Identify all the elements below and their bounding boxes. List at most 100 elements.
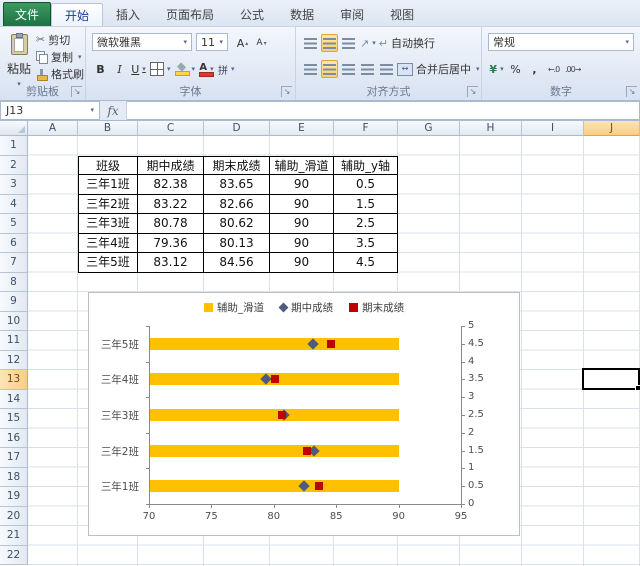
row-header-5[interactable]: 5 (0, 214, 28, 234)
row-header-7[interactable]: 7 (0, 253, 28, 273)
table-cell[interactable]: 90 (270, 233, 334, 253)
table-cell[interactable]: 82.66 (204, 194, 270, 214)
tab-视图[interactable]: 视图 (377, 3, 427, 26)
align-left-button[interactable] (302, 60, 319, 78)
column-header-A[interactable]: A (28, 121, 78, 136)
clipboard-dialog-launcher[interactable] (71, 86, 82, 97)
number-format-combo[interactable]: 常规 ▾ (488, 33, 634, 51)
row-header-4[interactable]: 4 (0, 194, 28, 214)
align-middle-button[interactable] (321, 34, 338, 52)
table-cell[interactable]: 79.36 (138, 233, 204, 253)
table-header-cell[interactable]: 班级 (78, 155, 138, 175)
table-cell[interactable]: 83.22 (138, 194, 204, 214)
row-header-18[interactable]: 18 (0, 467, 28, 487)
align-right-button[interactable] (340, 60, 357, 78)
row-header-11[interactable]: 11 (0, 331, 28, 351)
row-header-1[interactable]: 1 (0, 136, 28, 156)
column-header-B[interactable]: B (78, 121, 138, 136)
align-center-button[interactable] (321, 60, 338, 78)
row-header-8[interactable]: 8 (0, 272, 28, 292)
row-header-10[interactable]: 10 (0, 311, 28, 331)
grid[interactable]: 班级 期中成绩 期末成绩 辅助_滑道 辅助_y轴 三年1班 82.38 83.65 90 0.5 三… (28, 136, 640, 566)
comma-format-button[interactable]: , (526, 60, 543, 78)
column-header-D[interactable]: D (204, 121, 270, 136)
number-dialog-launcher[interactable] (626, 86, 637, 97)
table-cell[interactable]: 80.78 (138, 214, 204, 234)
column-header-G[interactable]: G (398, 121, 460, 136)
merge-center-button[interactable]: 合并后居中 (397, 61, 480, 77)
font-size-combo[interactable]: 11 ▾ (196, 33, 228, 51)
currency-format-button[interactable]: ¥ (488, 60, 505, 78)
font-dialog-launcher[interactable] (281, 86, 292, 97)
font-color-button[interactable]: A (198, 60, 215, 78)
row-header-13[interactable]: 13 (0, 370, 28, 390)
table-cell[interactable]: 1.5 (334, 194, 398, 214)
row-header-16[interactable]: 16 (0, 428, 28, 448)
table-cell[interactable]: 90 (270, 175, 334, 195)
column-header-I[interactable]: I (522, 121, 584, 136)
table-cell[interactable]: 90 (270, 253, 334, 273)
tab-公式[interactable]: 公式 (227, 3, 277, 26)
row-header-19[interactable]: 19 (0, 487, 28, 507)
table-cell[interactable]: 三年2班 (78, 194, 138, 214)
legend-item[interactable]: 期末成绩 (349, 300, 404, 315)
formula-input[interactable] (127, 101, 640, 120)
table-cell[interactable]: 80.13 (204, 233, 270, 253)
paste-button[interactable]: 粘贴 ▾ (4, 31, 34, 91)
underline-button[interactable]: U (130, 60, 147, 78)
column-header-H[interactable]: H (460, 121, 522, 136)
fill-color-button[interactable] (174, 60, 197, 78)
cut-button[interactable]: 剪切 (36, 31, 86, 48)
column-header-C[interactable]: C (138, 121, 204, 136)
format-painter-button[interactable]: 格式刷 (36, 65, 86, 82)
decrease-indent-button[interactable] (359, 60, 376, 78)
insert-function-button[interactable]: fx (100, 101, 127, 120)
table-cell[interactable]: 83.65 (204, 175, 270, 195)
table-cell[interactable]: 82.38 (138, 175, 204, 195)
table-cell[interactable]: 三年1班 (78, 175, 138, 195)
table-cell[interactable]: 4.5 (334, 253, 398, 273)
wrap-text-button[interactable]: 自动换行 (379, 35, 435, 51)
row-header-21[interactable]: 21 (0, 526, 28, 546)
legend-item[interactable]: 期中成绩 (278, 300, 333, 315)
increase-decimal-button[interactable] (545, 60, 562, 78)
select-all-corner[interactable] (0, 121, 28, 136)
align-top-button[interactable] (302, 34, 319, 52)
row-header-9[interactable]: 9 (0, 292, 28, 312)
column-header-E[interactable]: E (270, 121, 334, 136)
legend-item[interactable]: 辅助_滑道 (203, 300, 264, 315)
phonetic-guide-button[interactable] (217, 60, 236, 78)
decrease-decimal-button[interactable] (564, 60, 581, 78)
table-cell[interactable]: 2.5 (334, 214, 398, 234)
align-bottom-button[interactable] (340, 34, 357, 52)
column-header-F[interactable]: F (334, 121, 398, 136)
table-header-cell[interactable]: 辅助_y轴 (334, 155, 398, 175)
row-header-15[interactable]: 15 (0, 409, 28, 429)
active-cell-J13[interactable] (582, 368, 640, 391)
table-header-cell[interactable]: 期末成绩 (204, 155, 270, 175)
grow-font-button[interactable]: A (234, 34, 251, 52)
table-cell[interactable]: 3.5 (334, 233, 398, 253)
table-cell[interactable]: 三年5班 (78, 253, 138, 273)
table-cell[interactable]: 90 (270, 194, 334, 214)
increase-indent-button[interactable] (378, 60, 395, 78)
table-header-cell[interactable]: 期中成绩 (138, 155, 204, 175)
name-box[interactable]: J13 ▾ (0, 101, 100, 120)
row-header-22[interactable]: 22 (0, 545, 28, 565)
row-header-20[interactable]: 20 (0, 506, 28, 526)
italic-button[interactable]: I (111, 60, 128, 78)
alignment-dialog-launcher[interactable] (467, 86, 478, 97)
borders-button[interactable] (149, 60, 172, 78)
tab-插入[interactable]: 插入 (103, 3, 153, 26)
table-cell[interactable]: 三年4班 (78, 233, 138, 253)
percent-format-button[interactable]: % (507, 60, 524, 78)
copy-button[interactable]: 复制 (36, 48, 86, 65)
tab-开始[interactable]: 开始 (51, 3, 104, 26)
table-cell[interactable]: 90 (270, 214, 334, 234)
font-name-combo[interactable]: 微软雅黑 ▾ (92, 33, 192, 51)
tab-审阅[interactable]: 审阅 (327, 3, 377, 26)
table-cell[interactable]: 80.62 (204, 214, 270, 234)
tab-页面布局[interactable]: 页面布局 (153, 3, 227, 26)
tab-数据[interactable]: 数据 (277, 3, 327, 26)
chart[interactable]: 辅助_滑道 期中成绩 期末成绩 70 75 80 85 90 95 0 0.5 1 1.5 2 2.5 3 3… (88, 292, 520, 536)
